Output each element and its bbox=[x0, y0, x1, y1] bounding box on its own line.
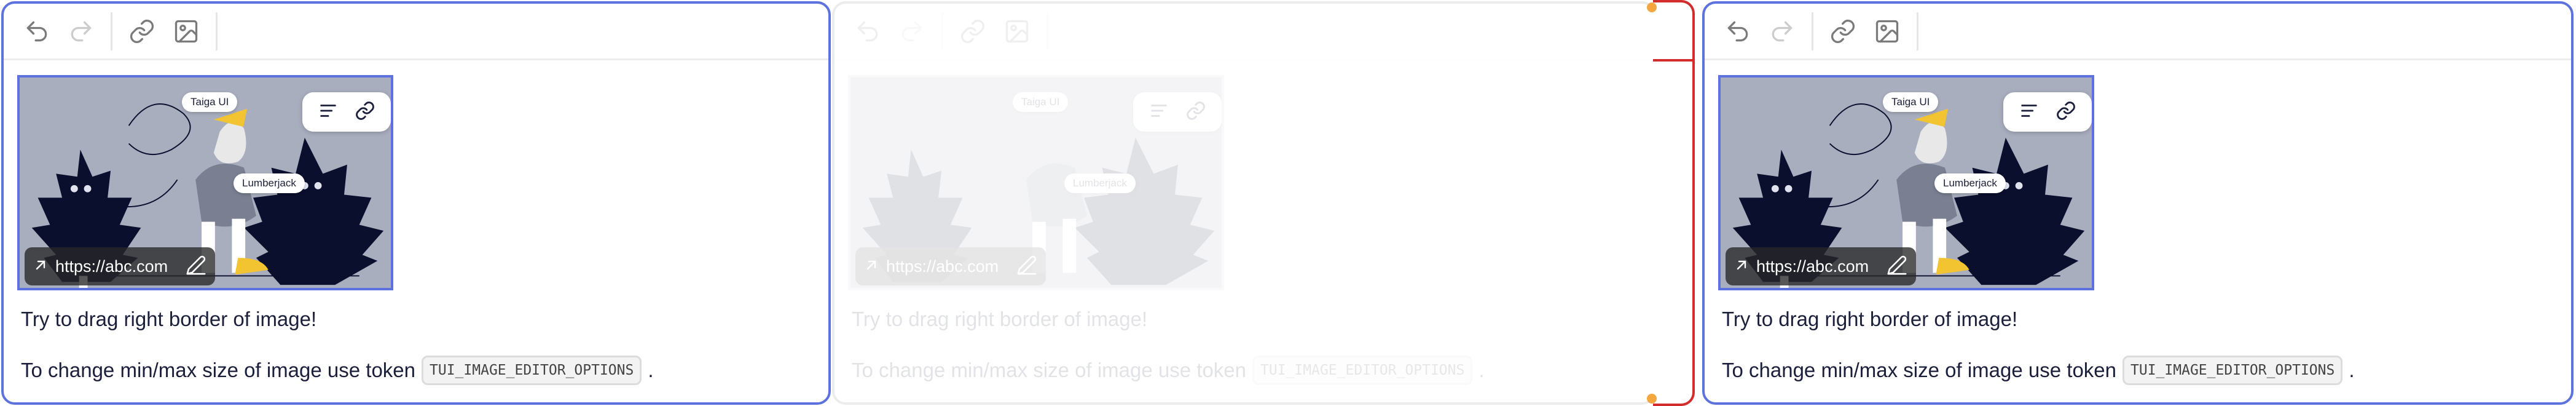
align-button[interactable] bbox=[2019, 100, 2040, 124]
toolbar-divider bbox=[941, 12, 943, 50]
pencil-icon bbox=[1887, 255, 1907, 274]
open-link-button[interactable] bbox=[1734, 258, 1749, 276]
drag-handle-dot bbox=[1647, 394, 1657, 404]
illustration-tag-lumberjack: Lumberjack bbox=[1934, 173, 2006, 193]
redo-button bbox=[890, 9, 934, 54]
toolbar-divider bbox=[1812, 12, 1813, 50]
image-link-button[interactable] bbox=[355, 100, 375, 124]
undo-icon bbox=[26, 21, 47, 41]
edit-link-button bbox=[1016, 255, 1037, 279]
editor-paragraph: Try to drag right border of image! bbox=[1722, 308, 2018, 330]
undo-button bbox=[846, 9, 890, 54]
align-left-icon bbox=[2021, 104, 2038, 117]
link-icon bbox=[961, 19, 984, 43]
image-block[interactable]: Taiga UI Lumberjack https://abc.com bbox=[17, 75, 393, 290]
editor-toolbar bbox=[1705, 4, 2571, 60]
editor-toolbar bbox=[4, 4, 828, 60]
undo-icon bbox=[1727, 21, 1748, 41]
drag-resize-handle[interactable] bbox=[1647, 0, 1695, 406]
arrow-up-right-icon bbox=[866, 260, 876, 269]
redo-icon bbox=[71, 21, 92, 41]
image-icon bbox=[1005, 20, 1029, 42]
align-button bbox=[1149, 100, 1169, 124]
drag-handle-divider bbox=[1653, 59, 1692, 62]
image-block: Taiga UI Lumberjack https://abc.com bbox=[848, 75, 1224, 290]
illustration-tag-taiga: Taiga UI bbox=[182, 92, 238, 112]
editor-panel-2: Taiga UI Lumberjack https://abc.com Try … bbox=[832, 1, 1655, 405]
edit-link-button[interactable] bbox=[1887, 255, 1907, 279]
align-button[interactable] bbox=[318, 100, 339, 124]
paragraph-text: . bbox=[1478, 359, 1485, 381]
drag-handle-dot bbox=[1647, 2, 1657, 12]
undo-button[interactable] bbox=[1716, 9, 1760, 54]
pencil-icon bbox=[186, 255, 206, 274]
pencil-icon bbox=[1017, 255, 1037, 274]
link-icon bbox=[1831, 19, 1855, 43]
undo-icon bbox=[857, 21, 878, 41]
link-button[interactable] bbox=[120, 9, 164, 54]
insert-image-button bbox=[995, 9, 1039, 54]
code-token: TUI_IMAGE_EDITOR_OPTIONS bbox=[422, 356, 642, 385]
link-icon bbox=[355, 101, 374, 120]
redo-icon bbox=[901, 21, 922, 41]
image-actions-toolbar bbox=[302, 92, 391, 132]
image-link-url: https://abc.com bbox=[886, 257, 999, 276]
illustration-tag-lumberjack: Lumberjack bbox=[1064, 173, 1136, 193]
image-link-url[interactable]: https://abc.com bbox=[55, 257, 178, 276]
paragraph-text: . bbox=[648, 359, 654, 381]
paragraph-text: To change min/max size of image use toke… bbox=[1722, 359, 2117, 381]
image-link-preview: https://abc.com bbox=[1726, 247, 1916, 285]
redo-button[interactable] bbox=[1760, 9, 1804, 54]
editor-paragraph: To change min/max size of image use toke… bbox=[852, 356, 1485, 385]
image-icon bbox=[175, 20, 198, 42]
editor-paragraph: Try to drag right border of image! bbox=[21, 308, 317, 330]
image-link-preview: https://abc.com bbox=[25, 247, 215, 285]
link-icon bbox=[1186, 101, 1205, 120]
toolbar-divider bbox=[216, 12, 218, 50]
editor-toolbar bbox=[834, 4, 1653, 60]
editor-paragraph: Try to drag right border of image! bbox=[852, 308, 1148, 330]
code-token: TUI_IMAGE_EDITOR_OPTIONS bbox=[2122, 356, 2343, 385]
editor-paragraph: To change min/max size of image use toke… bbox=[1722, 356, 2355, 385]
code-token: TUI_IMAGE_EDITOR_OPTIONS bbox=[1252, 356, 1473, 385]
insert-image-button[interactable] bbox=[164, 9, 208, 54]
paragraph-text: To change min/max size of image use toke… bbox=[21, 359, 416, 381]
link-icon bbox=[2056, 101, 2075, 120]
image-link-preview: https://abc.com bbox=[855, 247, 1046, 285]
redo-button[interactable] bbox=[59, 9, 103, 54]
editor-panel-3[interactable]: Taiga UI Lumberjack https://abc.com Try … bbox=[1702, 1, 2574, 405]
link-button bbox=[951, 9, 995, 54]
align-left-icon bbox=[1151, 104, 1168, 117]
undo-button[interactable] bbox=[15, 9, 59, 54]
editor-panel-1[interactable]: Taiga UI Lumberjack https://abc.com Try … bbox=[1, 1, 831, 405]
toolbar-divider bbox=[1917, 12, 1918, 50]
editor-paragraph: To change min/max size of image use toke… bbox=[21, 356, 654, 385]
toolbar-divider bbox=[111, 12, 112, 50]
image-actions-toolbar bbox=[2003, 92, 2092, 132]
redo-icon bbox=[1772, 21, 1793, 41]
edit-link-button[interactable] bbox=[186, 255, 206, 279]
insert-image-button[interactable] bbox=[1865, 9, 1909, 54]
image-link-button[interactable] bbox=[2056, 100, 2076, 124]
illustration-tag-taiga: Taiga UI bbox=[1013, 92, 1069, 112]
paragraph-text: . bbox=[2349, 359, 2355, 381]
illustration-tag-taiga: Taiga UI bbox=[1883, 92, 1939, 112]
link-button[interactable] bbox=[1821, 9, 1865, 54]
align-left-icon bbox=[320, 104, 337, 117]
image-link-button bbox=[1185, 100, 1206, 124]
arrow-up-right-icon bbox=[1737, 260, 1746, 269]
illustration-tag-lumberjack: Lumberjack bbox=[234, 173, 305, 193]
image-link-url[interactable]: https://abc.com bbox=[1756, 257, 1879, 276]
arrow-up-right-icon bbox=[36, 260, 45, 269]
image-actions-toolbar bbox=[1133, 92, 1222, 132]
image-icon bbox=[1875, 20, 1899, 42]
image-block[interactable]: Taiga UI Lumberjack https://abc.com bbox=[1718, 75, 2094, 290]
open-link-button bbox=[864, 258, 879, 276]
toolbar-divider bbox=[1046, 12, 1048, 50]
open-link-button[interactable] bbox=[33, 258, 48, 276]
paragraph-text: To change min/max size of image use toke… bbox=[852, 359, 1247, 381]
link-icon bbox=[130, 19, 154, 43]
